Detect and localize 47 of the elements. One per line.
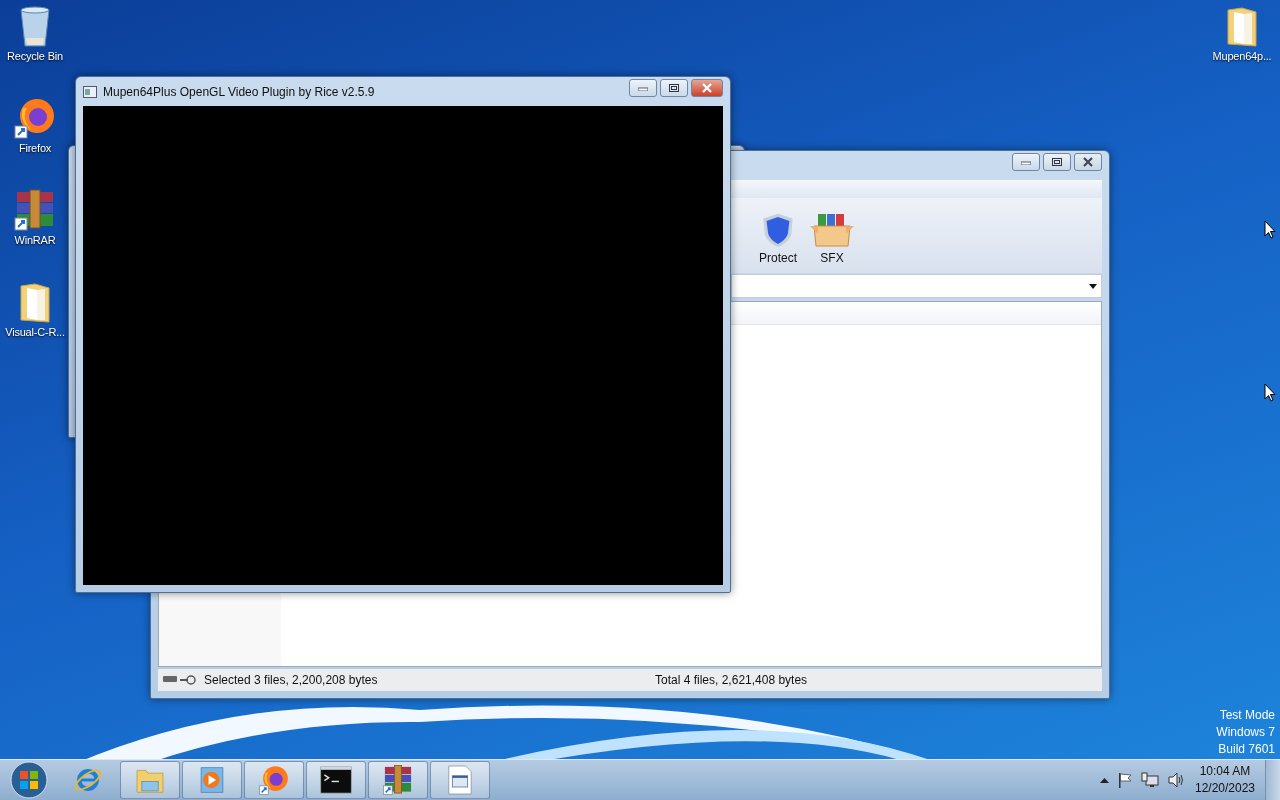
application-icon	[446, 764, 474, 796]
caret-up-icon	[1100, 777, 1109, 783]
window-title: Mupen64Plus OpenGL Video Plugin by Rice v2.5.9	[103, 84, 376, 99]
maximize-icon	[669, 84, 679, 92]
maximize-button[interactable]	[1043, 153, 1071, 171]
close-button[interactable]	[691, 79, 723, 97]
desktop-shortcut[interactable]: Firefox	[2, 96, 68, 154]
desktop-shortcut[interactable]: Visual-C-R...	[2, 280, 68, 338]
desktop-shortcut[interactable]: Recycle Bin	[2, 4, 68, 62]
close-button[interactable]	[1074, 153, 1102, 171]
flag-icon	[1117, 772, 1133, 788]
clock-time: 10:04 AM	[1199, 763, 1251, 780]
toolbar-button[interactable]: SFX	[809, 212, 855, 265]
show-desktop-button[interactable]	[1265, 760, 1280, 800]
windows-logo-icon	[10, 761, 48, 799]
status-text: Selected 3 files, 2,200,208 bytes	[204, 673, 379, 687]
clock[interactable]: 10:04 AM 12/20/2023	[1193, 763, 1257, 797]
close-icon	[701, 83, 713, 93]
maximize-button[interactable]	[660, 79, 688, 97]
volume-icon	[1167, 772, 1185, 788]
key-icon	[180, 675, 196, 685]
desktop-shortcut[interactable]: Mupen64p...	[1204, 4, 1280, 62]
close-icon	[1082, 157, 1094, 167]
books-icon	[382, 764, 414, 796]
maximize-icon	[1052, 158, 1062, 166]
window-icon	[83, 85, 97, 98]
toolbar-button[interactable]: Protect	[755, 212, 801, 265]
taskbar-button[interactable]	[306, 761, 366, 799]
shield-icon	[760, 212, 796, 248]
test-mode-text: Windows 7	[1216, 724, 1275, 741]
firefox-icon	[13, 96, 57, 140]
media-player-icon	[197, 765, 227, 795]
clock-date: 12/20/2023	[1194, 780, 1256, 797]
drive-icon	[163, 675, 177, 683]
pointer-icon	[1264, 383, 1276, 402]
test-mode-text: Build 7601	[1218, 741, 1275, 758]
network-icon	[1141, 772, 1159, 788]
package-icon	[810, 212, 854, 248]
caret-icon	[1089, 283, 1097, 289]
minimize-icon	[638, 85, 648, 91]
terminal-icon	[320, 766, 352, 794]
status-text: Total 4 files, 2,621,408 bytes	[655, 673, 808, 687]
desktop-shortcut[interactable]: WinRAR	[2, 188, 68, 246]
firefox-icon	[258, 764, 290, 796]
test-mode-text: Test Mode	[1219, 707, 1275, 724]
minimize-icon	[1021, 159, 1031, 165]
pointer-icon	[1264, 220, 1276, 239]
